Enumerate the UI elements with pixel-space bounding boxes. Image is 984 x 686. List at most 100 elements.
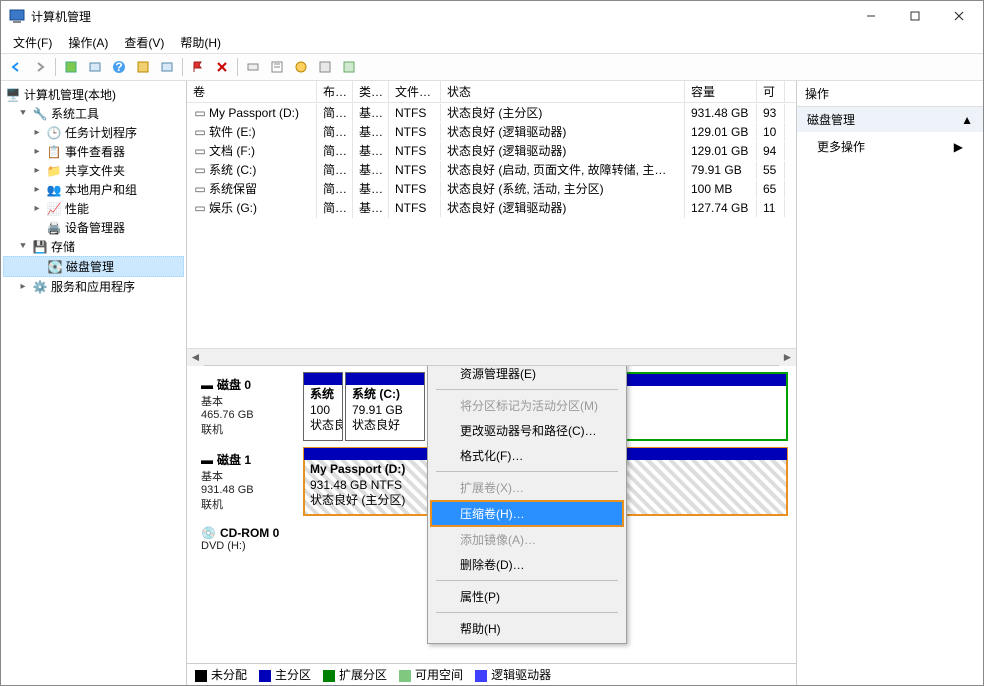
toolbar-icon-4[interactable] — [156, 56, 178, 78]
volume-icon: ▭ — [193, 182, 207, 196]
device-icon: 🖨️ — [46, 220, 62, 236]
toolbar: ? — [1, 53, 983, 81]
legend-free: 可用空间 — [399, 666, 463, 683]
toolbar-delete-icon[interactable] — [211, 56, 233, 78]
actions-header: 操作 — [797, 81, 983, 107]
col-capacity[interactable]: 容量 — [685, 81, 757, 102]
volume-header: 卷 布局 类型 文件系统 状态 容量 可 — [187, 81, 796, 103]
actions-more[interactable]: 更多操作 ▶ — [797, 132, 983, 161]
disk-map[interactable]: ▬磁盘 0 基本 465.76 GB 联机 系统 100 状态良 系统 (C:) — [187, 366, 796, 663]
expand-icon[interactable]: ▸ — [31, 165, 43, 176]
volume-row[interactable]: ▭系统 (C:)简单基本NTFS状态良好 (启动, 页面文件, 故障转储, 主分… — [187, 160, 796, 179]
partition-c[interactable]: 系统 (C:) 79.91 GB 状态良好 — [345, 372, 425, 441]
expand-icon[interactable]: ⯆ — [17, 241, 29, 252]
expand-icon[interactable]: ▸ — [31, 146, 43, 157]
menu-help[interactable]: 帮助(H) — [172, 32, 229, 53]
tree-event-viewer[interactable]: ▸📋事件查看器 — [3, 142, 184, 161]
tree-performance[interactable]: ▸📈性能 — [3, 199, 184, 218]
volume-icon: ▭ — [193, 106, 207, 120]
ctx-extend: 扩展卷(X)… — [430, 475, 624, 500]
volume-icon: ▭ — [193, 201, 207, 215]
svg-text:?: ? — [115, 60, 122, 74]
tree-local-users[interactable]: ▸👥本地用户和组 — [3, 180, 184, 199]
tree-device-manager[interactable]: 🖨️设备管理器 — [3, 218, 184, 237]
actions-section[interactable]: 磁盘管理 ▲ — [797, 107, 983, 132]
folder-icon: 📁 — [46, 163, 62, 179]
tree-services[interactable]: ▸⚙️服务和应用程序 — [3, 277, 184, 296]
toolbar-icon-5[interactable] — [242, 56, 264, 78]
expand-icon[interactable]: ▸ — [31, 203, 43, 214]
disk-info-1[interactable]: ▬磁盘 1 基本 931.48 GB 联机 — [195, 447, 299, 516]
help-icon[interactable]: ? — [108, 56, 130, 78]
toolbar-icon-9[interactable] — [338, 56, 360, 78]
volume-icon: ▭ — [193, 144, 207, 158]
toolbar-icon-2[interactable] — [84, 56, 106, 78]
ctx-format[interactable]: 格式化(F)… — [430, 443, 624, 468]
horizontal-scrollbar[interactable]: ◄ ► — [187, 348, 796, 365]
menu-action[interactable]: 操作(A) — [60, 32, 116, 53]
computer-icon: 🖥️ — [5, 87, 21, 103]
nav-tree[interactable]: 🖥️计算机管理(本地) ⯆🔧系统工具 ▸🕒任务计划程序 ▸📋事件查看器 ▸📁共享… — [1, 81, 187, 685]
tree-system-tools[interactable]: ⯆🔧系统工具 — [3, 104, 184, 123]
volume-icon: ▭ — [193, 163, 207, 177]
close-button[interactable] — [937, 1, 981, 31]
col-type[interactable]: 类型 — [353, 81, 389, 102]
volume-body[interactable]: ▭My Passport (D:)简单基本NTFS状态良好 (主分区)931.4… — [187, 103, 796, 348]
menu-view[interactable]: 查看(V) — [116, 32, 172, 53]
col-name[interactable]: 卷 — [187, 81, 317, 102]
forward-button[interactable] — [29, 56, 51, 78]
tree-storage[interactable]: ⯆💾存储 — [3, 237, 184, 256]
volume-list: 卷 布局 类型 文件系统 状态 容量 可 ▭My Passport (D:)简单… — [187, 81, 796, 366]
ctx-props[interactable]: 属性(P) — [430, 584, 624, 609]
ctx-shrink[interactable]: 压缩卷(H)… — [430, 500, 624, 527]
toolbar-icon-1[interactable] — [60, 56, 82, 78]
expand-icon[interactable]: ▸ — [31, 127, 43, 138]
col-free[interactable]: 可 — [757, 81, 785, 102]
maximize-button[interactable] — [893, 1, 937, 31]
volume-icon: ▭ — [193, 125, 207, 139]
toolbar-icon-6[interactable] — [266, 56, 288, 78]
legend-unalloc: 未分配 — [195, 666, 247, 683]
col-layout[interactable]: 布局 — [317, 81, 353, 102]
expand-icon[interactable]: ▸ — [17, 281, 29, 292]
context-menu[interactable]: 打开(O) 资源管理器(E) 将分区标记为活动分区(M) 更改驱动器号和路径(C… — [427, 366, 627, 644]
ctx-explorer[interactable]: 资源管理器(E) — [430, 366, 624, 386]
tree-disk-mgmt[interactable]: 💽磁盘管理 — [3, 256, 184, 277]
users-icon: 👥 — [46, 182, 62, 198]
toolbar-icon-3[interactable] — [132, 56, 154, 78]
content-area: 🖥️计算机管理(本地) ⯆🔧系统工具 ▸🕒任务计划程序 ▸📋事件查看器 ▸📁共享… — [1, 81, 983, 685]
ctx-delete[interactable]: 删除卷(D)… — [430, 552, 624, 577]
volume-row[interactable]: ▭My Passport (D:)简单基本NTFS状态良好 (主分区)931.4… — [187, 103, 796, 122]
volume-row[interactable]: ▭软件 (E:)简单基本NTFS状态良好 (逻辑驱动器)129.01 GB10 — [187, 122, 796, 141]
disk-icon: ▬ — [201, 453, 213, 467]
expand-icon[interactable]: ▸ — [31, 184, 43, 195]
ctx-change-letter[interactable]: 更改驱动器号和路径(C)… — [430, 418, 624, 443]
disk-info-0[interactable]: ▬磁盘 0 基本 465.76 GB 联机 — [195, 372, 299, 441]
col-fs[interactable]: 文件系统 — [389, 81, 441, 102]
storage-icon: 💾 — [32, 239, 48, 255]
collapse-icon[interactable]: ▲ — [961, 113, 973, 127]
menubar: 文件(F) 操作(A) 查看(V) 帮助(H) — [1, 31, 983, 53]
volume-row[interactable]: ▭娱乐 (G:)简单基本NTFS状态良好 (逻辑驱动器)127.74 GB11 — [187, 198, 796, 217]
volume-row[interactable]: ▭系统保留简单基本NTFS状态良好 (系统, 活动, 主分区)100 MB65 — [187, 179, 796, 198]
expand-icon[interactable]: ⯆ — [17, 108, 29, 119]
toolbar-icon-8[interactable] — [314, 56, 336, 78]
scroll-left-icon[interactable]: ◄ — [187, 349, 204, 366]
minimize-button[interactable] — [849, 1, 893, 31]
tree-root[interactable]: 🖥️计算机管理(本地) — [3, 85, 184, 104]
toolbar-icon-7[interactable] — [290, 56, 312, 78]
back-button[interactable] — [5, 56, 27, 78]
scroll-right-icon[interactable]: ► — [779, 349, 796, 366]
tree-task-scheduler[interactable]: ▸🕒任务计划程序 — [3, 123, 184, 142]
toolbar-flag-icon[interactable] — [187, 56, 209, 78]
ctx-help[interactable]: 帮助(H) — [430, 616, 624, 641]
perf-icon: 📈 — [46, 201, 62, 217]
disk-info-cdrom[interactable]: 💿CD-ROM 0 DVD (H:) — [195, 522, 299, 556]
tree-shared-folders[interactable]: ▸📁共享文件夹 — [3, 161, 184, 180]
legend-extended: 扩展分区 — [323, 666, 387, 683]
partition-reserved[interactable]: 系统 100 状态良 — [303, 372, 343, 441]
col-status[interactable]: 状态 — [441, 81, 685, 102]
center-panel: 卷 布局 类型 文件系统 状态 容量 可 ▭My Passport (D:)简单… — [187, 81, 797, 685]
volume-row[interactable]: ▭文档 (F:)简单基本NTFS状态良好 (逻辑驱动器)129.01 GB94 — [187, 141, 796, 160]
menu-file[interactable]: 文件(F) — [5, 32, 60, 53]
